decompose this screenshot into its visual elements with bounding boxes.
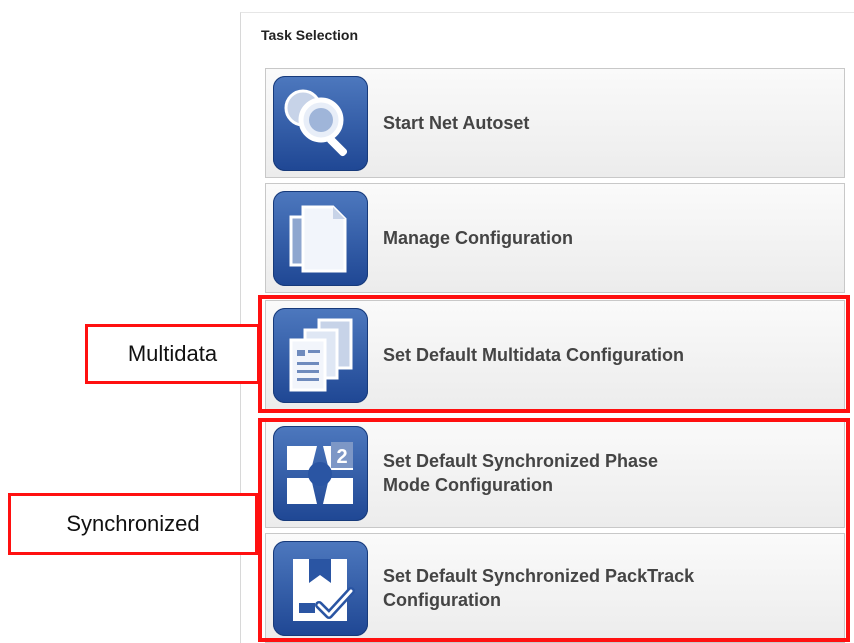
svg-text:2: 2 — [336, 446, 347, 468]
magnifier-search-icon — [273, 76, 368, 171]
set-default-synchronized-packtrack-configuration-button[interactable]: Set Default Synchronized PackTrack Confi… — [265, 533, 845, 643]
stacked-documents-icon — [273, 308, 368, 403]
panel-title: Task Selection — [261, 27, 359, 43]
task-selection-panel: Task Selection Start Net Autoset Manage … — [240, 12, 854, 643]
manage-configuration-button[interactable]: Manage Configuration — [265, 183, 845, 293]
documents-copy-icon — [273, 191, 368, 286]
start-net-autoset-button[interactable]: Start Net Autoset — [265, 68, 845, 178]
synchronized-callout: Synchronized — [8, 493, 258, 555]
synchronized-phase-icon: 2 — [273, 426, 368, 521]
set-default-multidata-configuration-button[interactable]: Set Default Multidata Configuration — [265, 300, 845, 410]
multidata-callout: Multidata — [85, 324, 260, 384]
packtrack-box-check-icon — [273, 541, 368, 636]
task-label: Manage Configuration — [383, 228, 573, 248]
task-label: Set Default Synchronized PackTrack Confi… — [383, 566, 695, 610]
task-label: Start Net Autoset — [383, 113, 530, 133]
task-label: Set Default Synchronized Phase Mode Conf… — [383, 451, 659, 495]
set-default-synchronized-phase-mode-configuration-button[interactable]: 2 Set Default Synchronized Phase Mode Co… — [265, 418, 845, 528]
task-label: Set Default Multidata Configuration — [383, 345, 684, 365]
